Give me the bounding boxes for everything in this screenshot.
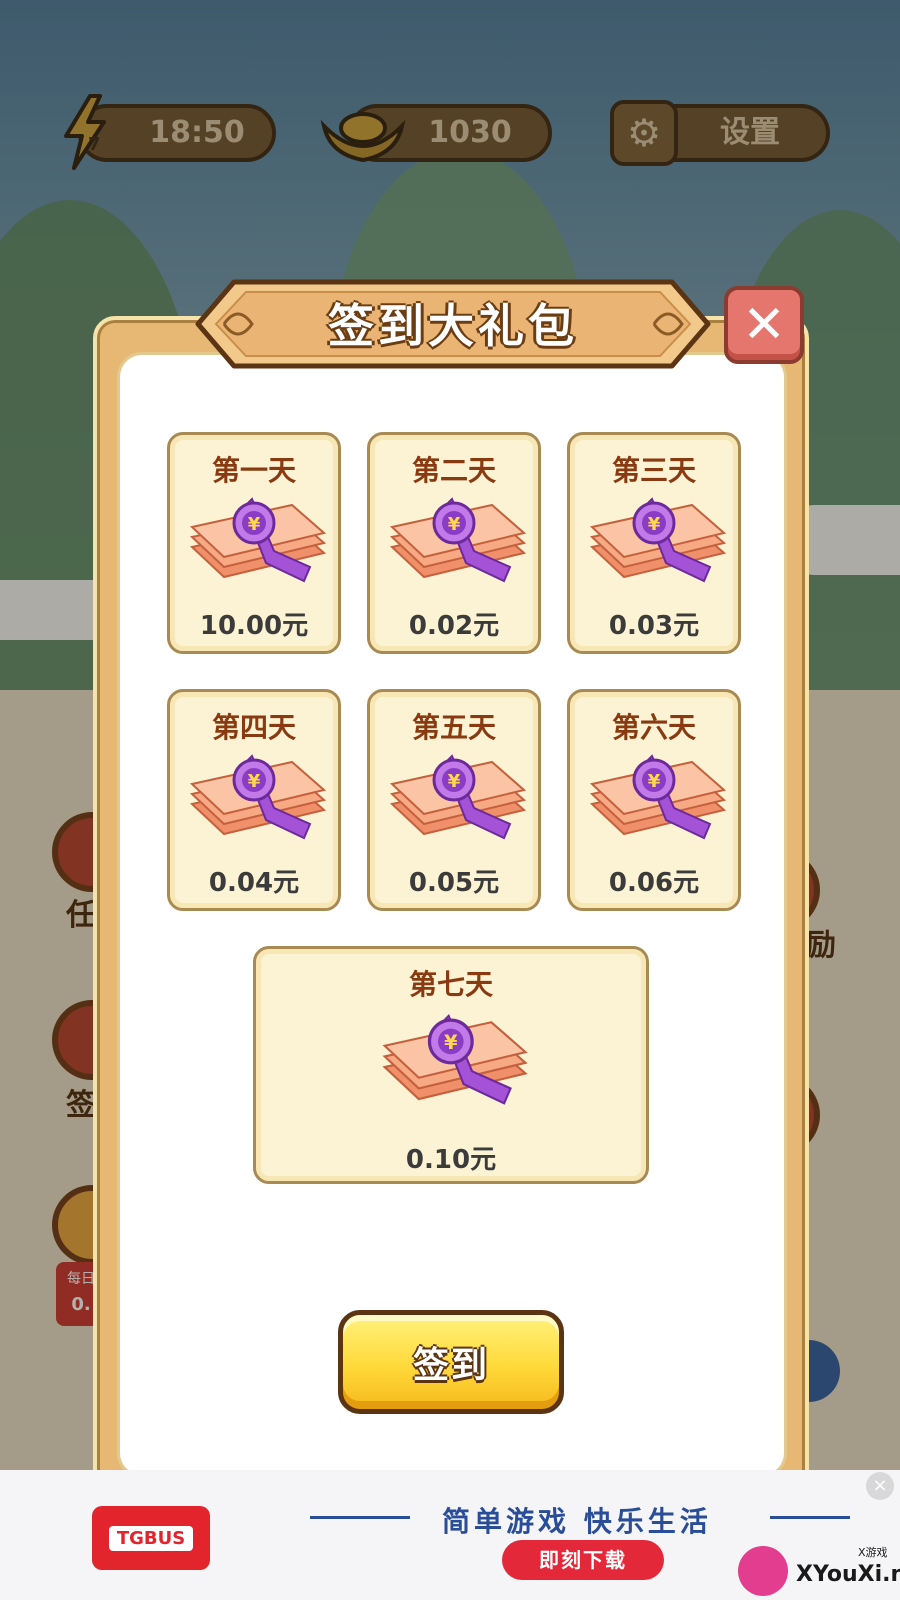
day-card-1[interactable]: 第一天 ¥ 10.00元 [167, 432, 341, 654]
svg-text:¥: ¥ [448, 514, 461, 535]
day-label: 第一天 [211, 454, 296, 487]
ad-brand-logo: TGBUS [92, 1506, 210, 1570]
day-amount: 0.04元 [208, 868, 300, 898]
day-label: 第七天 [408, 968, 493, 1001]
day-amount: 0.10元 [405, 1145, 497, 1175]
cash-stack-icon: ¥ [189, 497, 327, 583]
day-amount: 10.00元 [199, 611, 309, 641]
watermark-site: XYouXi.net [796, 1562, 900, 1587]
day-amount: 0.06元 [608, 868, 700, 898]
day-card-6[interactable]: 第六天 ¥ 0.06元 [567, 689, 741, 911]
day-card-4[interactable]: 第四天 ¥ 0.04元 [167, 689, 341, 911]
day-amount: 0.05元 [408, 868, 500, 898]
day-card-7[interactable]: 第七天 ¥ 0.10元 [253, 946, 649, 1184]
cash-stack-icon: ¥ [189, 754, 327, 840]
cash-stack-icon: ¥ [389, 497, 527, 583]
watermark-tag: X游戏 [858, 1546, 888, 1559]
svg-text:¥: ¥ [248, 771, 261, 792]
ad-close-button[interactable]: × [866, 1472, 894, 1500]
ad-divider [310, 1516, 410, 1519]
cash-stack-icon: ¥ [382, 1013, 528, 1105]
site-logo-icon [738, 1546, 788, 1596]
day-card-2[interactable]: 第二天 ¥ 0.02元 [367, 432, 541, 654]
day-amount: 0.03元 [608, 611, 700, 641]
svg-text:¥: ¥ [444, 1031, 458, 1054]
day-label: 第四天 [211, 711, 296, 744]
day-label: 第五天 [411, 711, 496, 744]
day-label: 第六天 [611, 711, 696, 744]
close-button[interactable]: ✕ [724, 286, 804, 364]
svg-text:¥: ¥ [648, 771, 661, 792]
ad-divider [770, 1516, 850, 1519]
day-label: 第二天 [411, 454, 496, 487]
svg-text:¥: ¥ [648, 514, 661, 535]
ad-brand-text: TGBUS [108, 1525, 194, 1551]
svg-text:¥: ¥ [448, 771, 461, 792]
sign-in-button[interactable]: 签到 [338, 1310, 564, 1414]
day-card-3[interactable]: 第三天 ¥ 0.03元 [567, 432, 741, 654]
ad-download-button[interactable]: 即刻下载 [502, 1540, 664, 1580]
sign-in-label: 签到 [412, 1345, 489, 1386]
day-card-5[interactable]: 第五天 ¥ 0.05元 [367, 689, 541, 911]
modal-title: 签到大礼包 [328, 299, 578, 353]
day-label: 第三天 [611, 454, 696, 487]
cash-stack-icon: ¥ [589, 497, 727, 583]
day-amount: 0.02元 [408, 611, 500, 641]
ad-slogan: 简单游戏 快乐生活 [442, 1505, 712, 1538]
cash-stack-icon: ¥ [589, 754, 727, 840]
svg-text:¥: ¥ [248, 514, 261, 535]
cash-stack-icon: ¥ [389, 754, 527, 840]
close-icon: ✕ [742, 295, 786, 355]
